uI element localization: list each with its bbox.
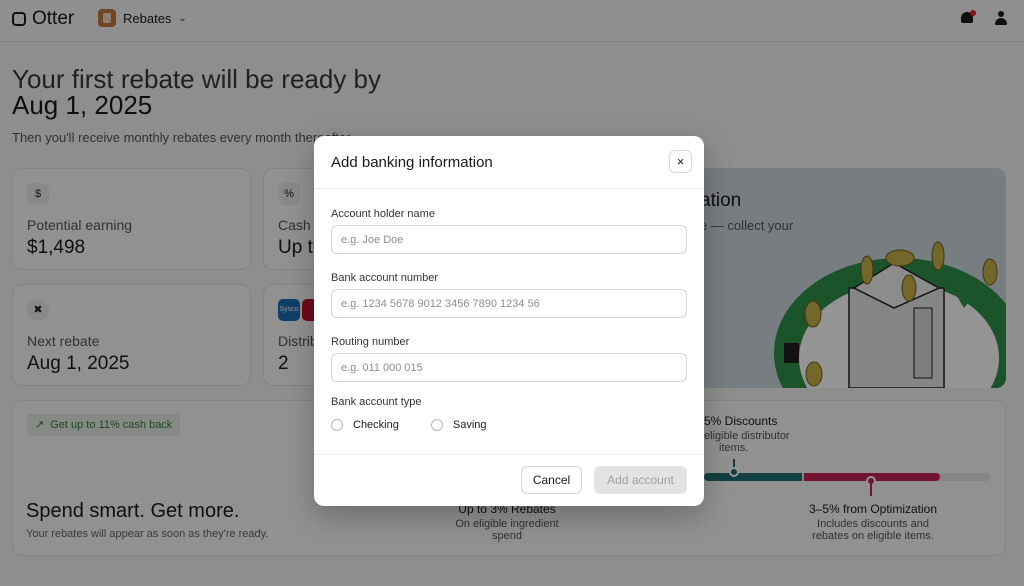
account-holder-input[interactable]: [331, 225, 687, 254]
cancel-button[interactable]: Cancel: [521, 466, 582, 494]
radio-saving[interactable]: Saving: [430, 419, 487, 431]
modal-divider: [314, 188, 704, 189]
account-type-group: Checking Saving: [331, 419, 511, 431]
modal-divider: [314, 454, 704, 455]
bank-account-label: Bank account number: [331, 272, 439, 284]
radio-label: Saving: [452, 419, 487, 431]
add-banking-modal: Add banking information × Account holder…: [314, 136, 704, 506]
radio-checking[interactable]: Checking: [331, 419, 399, 431]
account-type-label: Bank account type: [331, 396, 422, 408]
radio-circle-icon[interactable]: [331, 419, 343, 431]
routing-input[interactable]: [331, 353, 687, 382]
routing-label: Routing number: [331, 336, 410, 348]
radio-label: Checking: [353, 419, 399, 431]
modal-title: Add banking information: [331, 154, 493, 171]
account-holder-label: Account holder name: [331, 208, 435, 220]
close-icon[interactable]: ×: [669, 150, 692, 173]
radio-circle-icon[interactable]: [430, 419, 443, 431]
add-account-button[interactable]: Add account: [594, 466, 687, 494]
bank-account-input[interactable]: [331, 289, 687, 318]
